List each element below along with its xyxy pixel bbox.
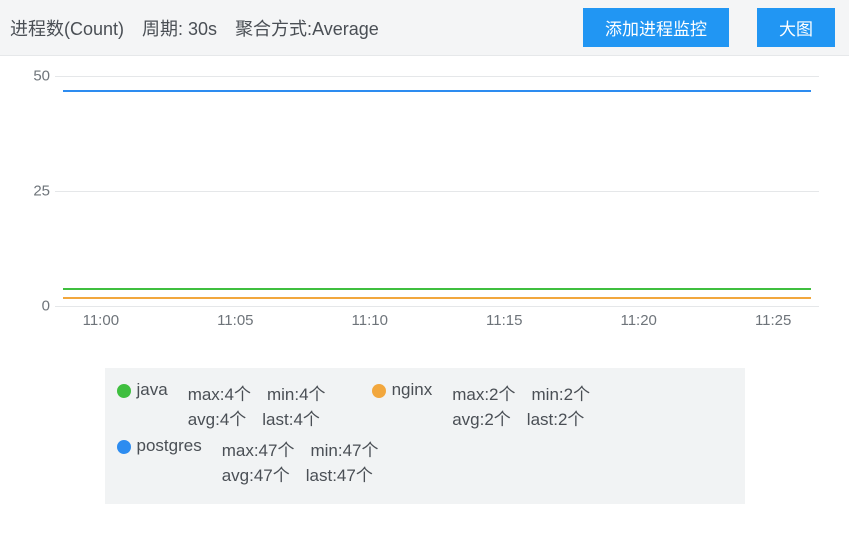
legend-swatch-icon [117, 384, 131, 398]
legend-series-stats: max:4个min:4个avg:4个last:4个 [188, 380, 342, 430]
legend-entry-java[interactable]: java max:4个min:4个avg:4个last:4个 [117, 380, 342, 430]
legend-series-stats: max:47个min:47个avg:47个last:47个 [222, 436, 395, 486]
x-tick-label: 11:15 [486, 312, 522, 329]
legend-entry-postgres[interactable]: postgres max:47个min:47个avg:47个last:47个 [117, 436, 395, 486]
y-tick-label: 25 [20, 183, 50, 200]
enlarge-button[interactable]: 大图 [757, 8, 835, 47]
x-tick-label: 11:05 [217, 312, 253, 329]
chart-title: 进程数(Count) [10, 15, 124, 41]
x-tick-label: 11:25 [755, 312, 791, 329]
y-tick-label: 0 [20, 298, 50, 315]
period-label: 周期: 30s [142, 15, 217, 41]
series-line-postgres [63, 90, 811, 92]
widget-header: 进程数(Count) 周期: 30s 聚合方式:Average 添加进程监控 大… [0, 0, 849, 56]
y-tick-label: 50 [20, 68, 50, 85]
plot-area: 02550 [55, 76, 819, 306]
series-line-java [63, 288, 811, 290]
chart-area: 02550 11:0011:0511:1011:1511:2011:25 [0, 56, 849, 356]
legend-series-name: postgres [137, 436, 202, 456]
legend-series-name: java [137, 380, 168, 400]
series-line-nginx [63, 297, 811, 299]
chart-legend: java max:4个min:4个avg:4个last:4个 nginx max:2个… [105, 368, 745, 504]
x-tick-label: 11:10 [352, 312, 388, 329]
gridline [55, 76, 819, 77]
x-axis: 11:00 11:05 11:10 11:15 11:20 11:25 [55, 306, 819, 336]
add-process-monitor-button[interactable]: 添加进程监控 [583, 8, 729, 47]
legend-entry-nginx[interactable]: nginx max:2个min:2个avg:2个last:2个 [372, 380, 607, 430]
legend-swatch-icon [117, 440, 131, 454]
x-tick-label: 11:20 [620, 312, 656, 329]
legend-series-name: nginx [392, 380, 433, 400]
x-tick-label: 11:00 [83, 312, 119, 329]
aggregation-label: 聚合方式:Average [235, 15, 379, 41]
legend-series-stats: max:2个min:2个avg:2个last:2个 [452, 380, 606, 430]
gridline [55, 191, 819, 192]
legend-swatch-icon [372, 384, 386, 398]
chart-widget: 进程数(Count) 周期: 30s 聚合方式:Average 添加进程监控 大… [0, 0, 849, 504]
